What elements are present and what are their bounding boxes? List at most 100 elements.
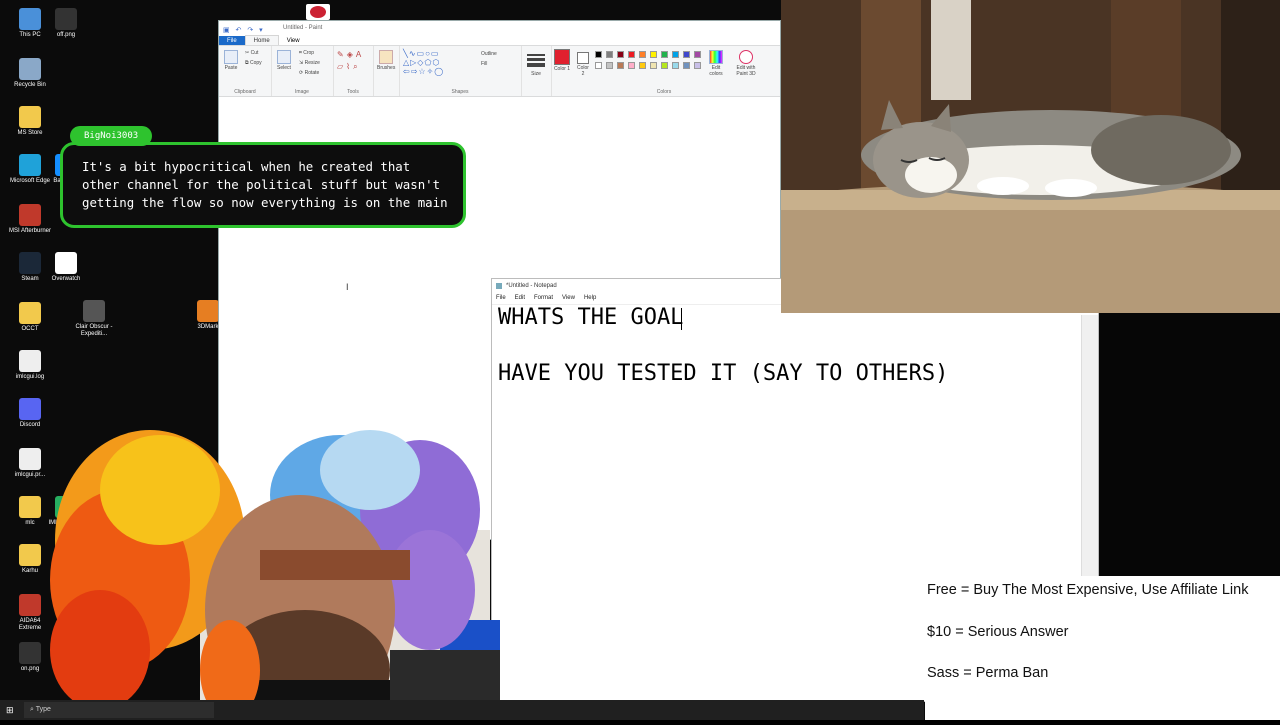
chat-message-line-1: It's a bit hypocritical when he created … bbox=[82, 159, 411, 174]
paste-icon bbox=[224, 50, 238, 64]
desktop-icon-label: OCCT bbox=[21, 326, 39, 332]
brushes-button[interactable]: Brushes bbox=[377, 50, 395, 71]
color2-button[interactable]: Color 2 bbox=[575, 52, 591, 77]
palette-swatch[interactable] bbox=[650, 62, 657, 69]
app-icon bbox=[19, 398, 41, 420]
copy-button[interactable]: ⧉ Copy bbox=[245, 60, 262, 66]
taskbar-search[interactable]: ⌕ Type bbox=[24, 702, 214, 718]
palette-swatch[interactable] bbox=[639, 51, 646, 58]
app-icon bbox=[19, 252, 41, 274]
palette-swatch[interactable] bbox=[672, 51, 679, 58]
size-group: Size bbox=[521, 46, 552, 96]
color2-swatch bbox=[577, 52, 589, 64]
notepad-line-2: HAVE YOU TESTED IT (SAY TO OTHERS) bbox=[498, 361, 949, 386]
menu-file[interactable]: File bbox=[496, 295, 506, 301]
tools-icons-2[interactable]: ▱⌇⌕ bbox=[337, 62, 361, 72]
palette-swatch[interactable] bbox=[628, 51, 635, 58]
app-icon bbox=[19, 448, 41, 470]
desktop-icon[interactable]: imlcgui.log bbox=[8, 350, 52, 381]
menu-view[interactable]: View bbox=[562, 295, 575, 301]
desktop-icon[interactable]: Recycle Bin bbox=[8, 58, 52, 89]
channel-logo bbox=[306, 4, 330, 20]
app-icon bbox=[19, 350, 41, 372]
desktop-icon-label: Clair Obscur - Expediti... bbox=[75, 324, 113, 337]
palette-swatch[interactable] bbox=[639, 62, 646, 69]
image-group: Select ⌗ Crop ⇲ Resize ⟳ Rotate Image bbox=[271, 46, 334, 96]
app-icon bbox=[19, 642, 41, 664]
palette-swatch[interactable] bbox=[661, 51, 668, 58]
app-icon bbox=[83, 300, 105, 322]
fill-button[interactable]: Fill bbox=[481, 61, 487, 67]
colors-group: Color 1 Color 2 Edit colors Edit with Pa… bbox=[551, 46, 777, 96]
select-button[interactable]: Select bbox=[275, 50, 293, 71]
palette-swatch[interactable] bbox=[683, 62, 690, 69]
shapes-group: ╲∿▭○▭ △▷◇⬠⬡ ⇦⇨☆✧◯ Outline Fill Shapes bbox=[399, 46, 522, 96]
palette-swatch[interactable] bbox=[683, 51, 690, 58]
palette-swatch[interactable] bbox=[628, 62, 635, 69]
desktop-icon-label: MSI Afterburner bbox=[8, 228, 52, 234]
palette-swatch[interactable] bbox=[694, 62, 701, 69]
palette-swatch[interactable] bbox=[617, 51, 624, 58]
desktop-icon[interactable]: OCCT bbox=[8, 302, 52, 333]
crop-button[interactable]: ⌗ Crop bbox=[299, 50, 314, 56]
scissors-icon: ✂ bbox=[245, 50, 250, 56]
tools-group: ✎◈A ▱⌇⌕ Tools bbox=[333, 46, 374, 96]
fill-icon: ◈ bbox=[346, 50, 356, 59]
resize-button[interactable]: ⇲ Resize bbox=[299, 60, 320, 66]
chat-message-bubble: It's a bit hypocritical when he created … bbox=[60, 142, 466, 228]
eraser-icon: ▱ bbox=[337, 62, 347, 71]
app-icon bbox=[55, 8, 77, 30]
notepad-icon bbox=[496, 283, 502, 289]
rule-ten-dollar: $10 = Serious Answer bbox=[927, 624, 1069, 640]
rule-free: Free = Buy The Most Expensive, Use Affil… bbox=[927, 582, 1249, 598]
app-icon bbox=[19, 8, 41, 30]
colors-label: Colors bbox=[656, 89, 672, 95]
size-button[interactable]: Size bbox=[527, 52, 545, 77]
tools-icons[interactable]: ✎◈A bbox=[337, 50, 364, 59]
palette-swatch[interactable] bbox=[606, 51, 613, 58]
paint3d-icon bbox=[739, 50, 753, 64]
desktop-icon-label: off.png bbox=[56, 32, 76, 38]
windows-start-icon[interactable]: ⊞ bbox=[6, 705, 16, 715]
text-caret bbox=[681, 308, 682, 330]
color1-button[interactable]: Color 1 bbox=[553, 49, 571, 72]
triangle-shape-icon: △▷◇⬠⬡ bbox=[403, 58, 441, 67]
palette-swatch[interactable] bbox=[650, 51, 657, 58]
app-icon bbox=[19, 58, 41, 80]
palette-swatch[interactable] bbox=[661, 62, 668, 69]
palette-swatch[interactable] bbox=[694, 51, 701, 58]
edit-paint3d-button[interactable]: Edit with Paint 3D bbox=[731, 50, 761, 77]
line-shape-icon: ╲∿▭○▭ bbox=[403, 49, 440, 58]
desktop-icon[interactable]: MS Store bbox=[8, 106, 52, 137]
app-icon bbox=[19, 154, 41, 176]
desktop-icon[interactable]: Overwatch bbox=[44, 252, 88, 283]
desktop-icon[interactable]: Clair Obscur - Expediti... bbox=[72, 300, 116, 338]
outline-button[interactable]: Outline bbox=[481, 51, 497, 57]
menu-format[interactable]: Format bbox=[534, 295, 553, 301]
app-icon bbox=[19, 544, 41, 566]
cut-button[interactable]: ✂ Cut bbox=[245, 50, 258, 56]
palette-swatch[interactable] bbox=[617, 62, 624, 69]
shapes-gallery[interactable]: ╲∿▭○▭ △▷◇⬠⬡ ⇦⇨☆✧◯ bbox=[403, 49, 444, 76]
app-icon bbox=[19, 302, 41, 324]
edit-colors-button[interactable]: Edit colors bbox=[705, 50, 727, 77]
desktop-icon[interactable]: MSI Afterburner bbox=[8, 204, 52, 235]
notepad-text-area[interactable]: WHATS THE GOAL HAVE YOU TESTED IT (SAY T… bbox=[498, 305, 948, 430]
clipboard-label: Clipboard bbox=[234, 89, 256, 95]
paste-button[interactable]: Paste bbox=[223, 50, 239, 71]
app-icon bbox=[19, 204, 41, 226]
rotate-button[interactable]: ⟳ Rotate bbox=[299, 70, 319, 76]
palette-swatch[interactable] bbox=[595, 51, 602, 58]
menu-edit[interactable]: Edit bbox=[515, 295, 525, 301]
app-icon bbox=[19, 496, 41, 518]
paint-ribbon-tabs: File Home View bbox=[219, 35, 780, 46]
chat-message-line-2: other channel for the political stuff bu… bbox=[82, 177, 441, 192]
sleeping-cat-image bbox=[781, 0, 1280, 313]
palette-swatch[interactable] bbox=[606, 62, 613, 69]
menu-help[interactable]: Help bbox=[584, 295, 596, 301]
palette-swatch[interactable] bbox=[672, 62, 679, 69]
tools-label: Tools bbox=[347, 89, 359, 95]
palette-swatch[interactable] bbox=[595, 62, 602, 69]
paint-titlebar: ▣ ↶ ↷ ▾ Untitled - Paint bbox=[219, 21, 780, 35]
desktop-icon[interactable]: off.png bbox=[44, 8, 88, 39]
